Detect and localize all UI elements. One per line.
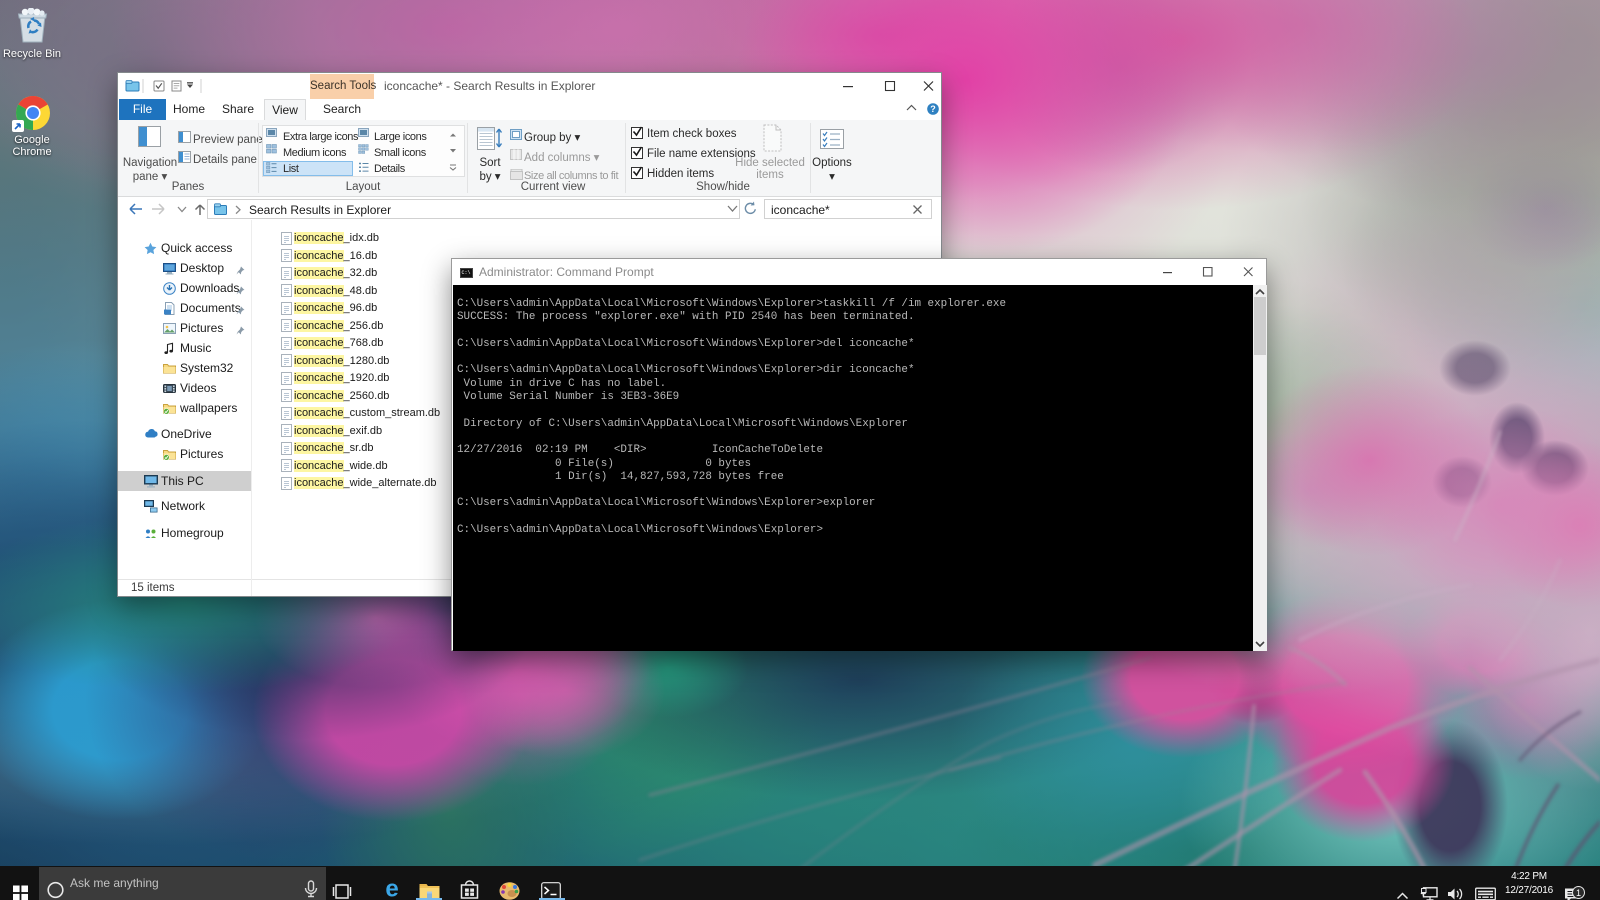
svg-text:e: e <box>385 876 398 900</box>
svg-text:?: ? <box>930 104 936 114</box>
